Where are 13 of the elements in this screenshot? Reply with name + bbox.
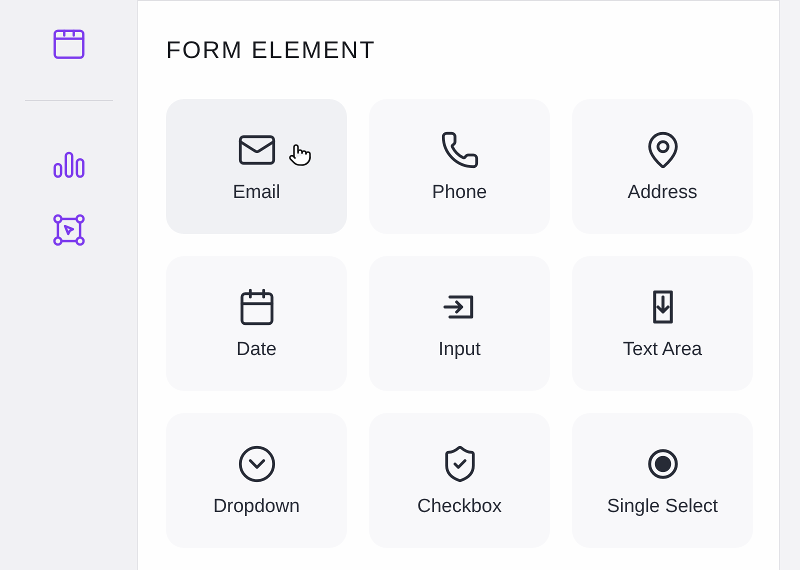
form-element-card[interactable]: Input [369, 256, 550, 391]
form-element-card[interactable]: Phone [369, 99, 550, 234]
form-element-card[interactable]: Email [166, 99, 347, 234]
phone-icon [440, 130, 480, 170]
hand-cursor-icon [288, 143, 312, 167]
form-element-card[interactable]: Date [166, 256, 347, 391]
form-element-card[interactable]: Checkbox [369, 413, 550, 548]
form-element-card[interactable]: Text Area [572, 256, 753, 391]
panel-title: FORM ELEMENT [166, 37, 377, 65]
form-element-card[interactable]: Single Select [572, 413, 753, 548]
chevron-down-circle-icon [236, 444, 276, 484]
form-element-card[interactable]: Dropdown [166, 413, 347, 548]
form-element-card[interactable]: Address [572, 99, 753, 234]
